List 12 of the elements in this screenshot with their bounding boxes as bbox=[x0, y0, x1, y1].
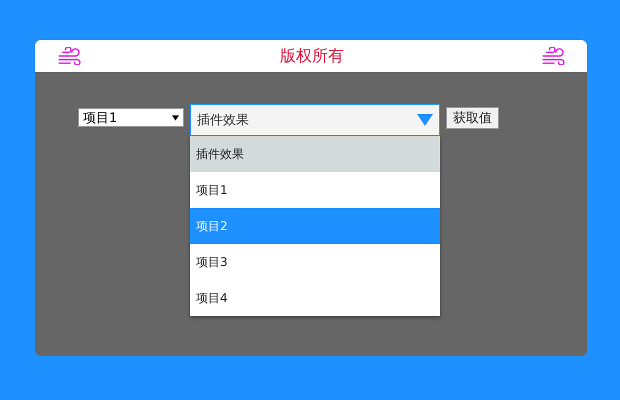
header-title: 版权所有 bbox=[280, 46, 344, 66]
dropdown-option[interactable]: 项目4 bbox=[190, 280, 440, 316]
dropdown-arrow-icon bbox=[417, 114, 433, 126]
wind-icon bbox=[541, 47, 567, 65]
dropdown-option[interactable]: 项目1 bbox=[190, 172, 440, 208]
wind-icon bbox=[57, 47, 83, 65]
dropdown-arrow-icon bbox=[172, 114, 179, 120]
get-value-button[interactable]: 获取值 bbox=[446, 107, 499, 129]
dropdown-option[interactable]: 项目3 bbox=[190, 244, 440, 280]
effect-select[interactable]: 插件效果 bbox=[190, 104, 440, 136]
item-select[interactable]: 项目1 bbox=[78, 108, 184, 127]
dropdown-option[interactable]: 插件效果 bbox=[190, 136, 440, 172]
